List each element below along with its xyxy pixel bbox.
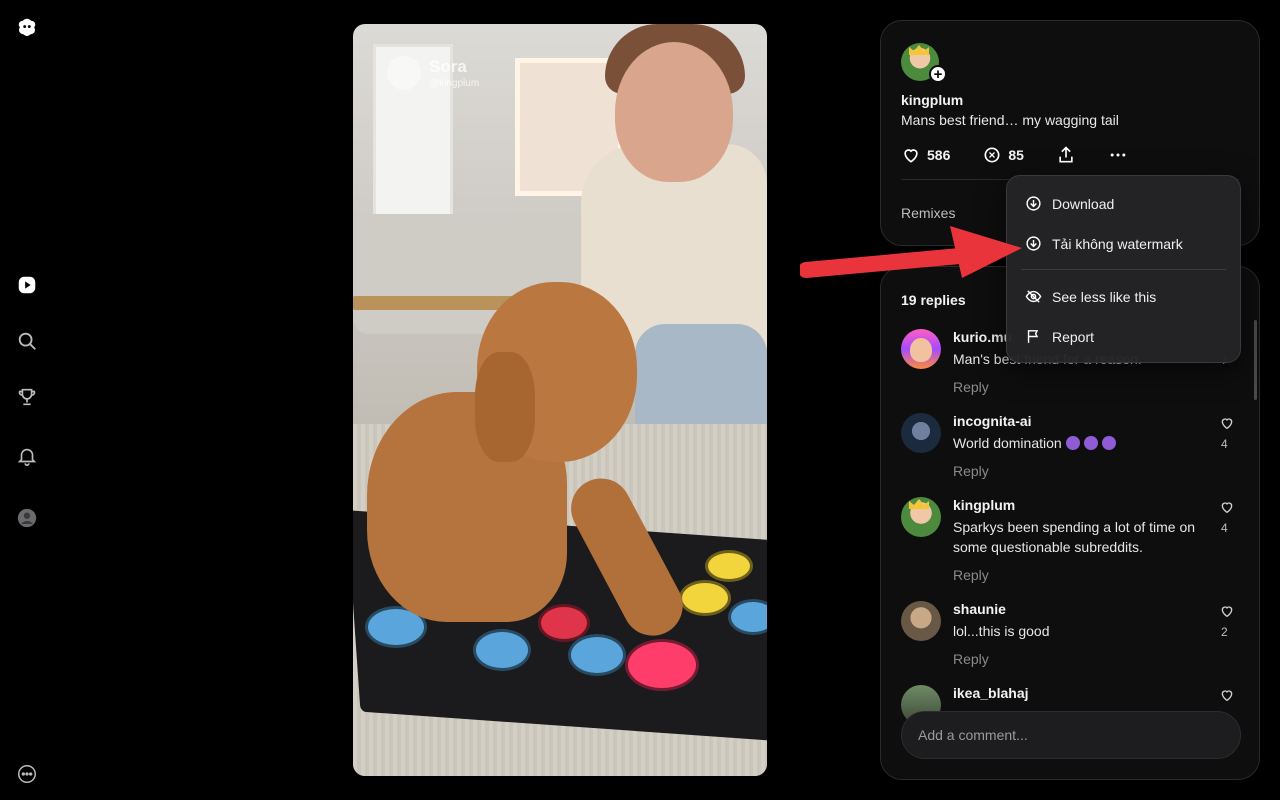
- menu-label-report: Report: [1052, 328, 1095, 345]
- more-icon[interactable]: [15, 762, 39, 786]
- reply-avatar[interactable]: [901, 329, 941, 369]
- annotation-arrow-icon: [800, 226, 1022, 278]
- heart-icon[interactable]: [1219, 499, 1235, 515]
- heart-icon[interactable]: [1219, 415, 1235, 431]
- reply-username[interactable]: kingplum: [953, 497, 1015, 513]
- reply-text-wrapper: World domination: [953, 433, 1203, 453]
- remix-icon: [984, 147, 1000, 163]
- reply-username[interactable]: shaunie: [953, 601, 1006, 617]
- post-actions: 586 85: [901, 145, 1160, 165]
- replies-scrollbar[interactable]: [1254, 320, 1257, 400]
- trophy-icon[interactable]: [15, 385, 39, 409]
- menu-item-download[interactable]: Download: [1025, 195, 1114, 212]
- reply-text: World domination: [953, 435, 1062, 451]
- profile-icon[interactable]: [15, 506, 39, 530]
- menu-item-download-no-watermark[interactable]: Tải không watermark: [1025, 235, 1183, 252]
- reply-button[interactable]: Reply: [953, 567, 989, 583]
- reply-text: lol...this is good: [953, 623, 1050, 639]
- menu-label-download: Download: [1052, 195, 1115, 212]
- reply-username[interactable]: kurio.mu: [953, 329, 1012, 345]
- sora-watermark-logo: [387, 56, 421, 90]
- heart-icon[interactable]: [1219, 687, 1235, 703]
- like-count: 586: [927, 147, 951, 163]
- board-button: [705, 550, 753, 582]
- heart-icon[interactable]: [1219, 603, 1235, 619]
- search-icon[interactable]: [15, 329, 39, 353]
- devil-emoji-icon: [1101, 436, 1116, 450]
- reply-avatar[interactable]: [901, 413, 941, 453]
- video-player[interactable]: Sora @kingplum: [353, 24, 767, 776]
- board-button: [679, 580, 731, 616]
- video-watermark: Sora @kingplum: [387, 56, 479, 90]
- remixes-label[interactable]: Remixes: [901, 205, 955, 221]
- reply-button[interactable]: Reply: [953, 651, 989, 667]
- flag-icon: [1027, 330, 1039, 343]
- sora-logo-icon[interactable]: [15, 15, 39, 39]
- replies-count-title: 19 replies: [901, 292, 966, 308]
- post-username[interactable]: kingplum: [901, 92, 963, 108]
- reply-like-count: 4: [1221, 521, 1228, 535]
- follow-plus-icon[interactable]: +: [929, 65, 947, 83]
- menu-item-see-less[interactable]: See less like this: [1025, 288, 1156, 305]
- menu-label-see-less: See less like this: [1052, 288, 1157, 305]
- left-rail: [0, 0, 54, 800]
- devil-emoji-icon: [1083, 436, 1098, 450]
- reply-avatar[interactable]: [901, 497, 941, 537]
- reply-text: Sparkys been spending a lot of time on s…: [953, 519, 1196, 555]
- post-caption: Mans best friend… my wagging tail: [901, 112, 1119, 128]
- menu-label-download-no-watermark: Tải không watermark: [1052, 235, 1183, 252]
- reply-username[interactable]: incognita-ai: [953, 413, 1032, 429]
- devil-emoji-icon: [1065, 436, 1080, 450]
- menu-divider: [1021, 269, 1226, 270]
- comment-input[interactable]: [901, 711, 1241, 759]
- watermark-username: @kingplum: [429, 78, 480, 89]
- remix-button[interactable]: 85: [982, 145, 1024, 165]
- more-options-button[interactable]: [1108, 145, 1128, 165]
- reply-like-count: 2: [1221, 625, 1228, 639]
- bell-icon[interactable]: [15, 444, 39, 468]
- menu-item-report[interactable]: Report: [1025, 328, 1094, 345]
- video-scene-dog: [367, 282, 694, 662]
- reply-username[interactable]: ikea_blahaj: [953, 685, 1029, 701]
- reply-button[interactable]: Reply: [953, 463, 989, 479]
- remix-count: 85: [1008, 147, 1024, 163]
- ellipsis-icon: [1110, 153, 1126, 157]
- download-icon: [1026, 196, 1041, 211]
- play-icon[interactable]: [15, 273, 39, 297]
- post-options-menu: Download Tải không watermark See less li…: [1006, 175, 1241, 363]
- heart-icon: [904, 149, 918, 163]
- reply-like-count: 4: [1221, 437, 1228, 451]
- share-icon: [1059, 146, 1073, 163]
- reply-button[interactable]: Reply: [953, 379, 989, 395]
- watermark-title: Sora: [429, 57, 467, 76]
- eye-off-icon: [1025, 290, 1042, 303]
- share-button[interactable]: [1056, 145, 1076, 165]
- reply-avatar[interactable]: [901, 601, 941, 641]
- like-button[interactable]: 586: [901, 145, 950, 165]
